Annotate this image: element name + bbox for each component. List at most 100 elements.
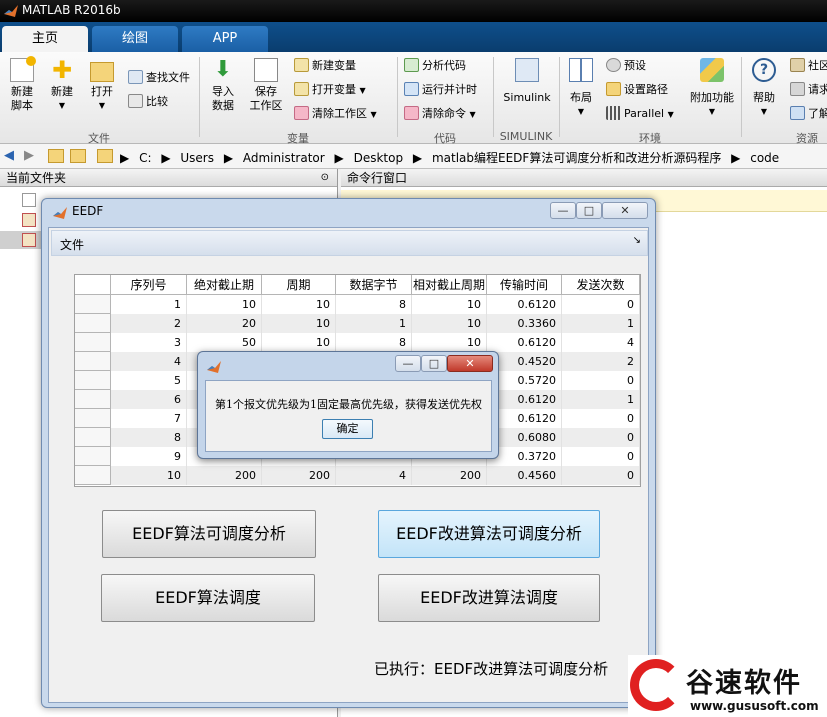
save-workspace-button[interactable]: 保存 工作区 [246, 58, 286, 113]
table-cell[interactable]: 0.6120 [487, 295, 562, 314]
table-cell[interactable]: 2 [562, 352, 640, 371]
table-cell[interactable]: 0.4560 [487, 466, 562, 485]
dialog-close-button[interactable]: ✕ [447, 355, 493, 372]
row-header[interactable] [75, 352, 111, 371]
minimize-button[interactable]: — [550, 202, 576, 219]
new-variable-button[interactable]: 新建变量 [294, 56, 356, 76]
row-header[interactable] [75, 295, 111, 314]
table-cell[interactable]: 20 [187, 314, 262, 333]
dialog-maximize-button[interactable]: □ [421, 355, 447, 372]
breadcrumb-item[interactable]: matlab编程EEDF算法可调度分析和改进分析源码程序 [432, 151, 721, 165]
table-cell[interactable]: 10 [262, 333, 336, 352]
table-cell[interactable]: 10 [262, 314, 336, 333]
table-cell[interactable]: 3 [111, 333, 187, 352]
table-cell[interactable]: 8 [336, 333, 412, 352]
run-and-time-button[interactable]: 运行并计时 [404, 80, 477, 100]
table-cell[interactable]: 5 [111, 371, 187, 390]
table-cell[interactable]: 0 [562, 466, 640, 485]
tab-home[interactable]: 主页 [2, 26, 88, 52]
preferences-button[interactable]: 预设 [606, 56, 646, 76]
breadcrumb-item[interactable]: Administrator [243, 151, 325, 165]
row-header[interactable] [75, 390, 111, 409]
table-cell[interactable]: 0 [562, 428, 640, 447]
toolbar-expand-icon[interactable]: ↘ [633, 235, 641, 246]
table-cell[interactable]: 8 [111, 428, 187, 447]
up-folder-icon[interactable] [48, 149, 64, 163]
eedf-schedule-button[interactable]: EEDF算法调度 [101, 574, 315, 622]
table-cell[interactable]: 1 [111, 295, 187, 314]
table-cell[interactable]: 7 [111, 409, 187, 428]
table-cell[interactable]: 10 [262, 295, 336, 314]
import-data-button[interactable]: ⬇ 导入 数据 [206, 58, 240, 113]
learn-matlab-button[interactable]: 了解 [790, 104, 827, 124]
table-cell[interactable]: 0.3360 [487, 314, 562, 333]
ok-button[interactable]: 确定 [322, 419, 373, 439]
row-header[interactable] [75, 314, 111, 333]
row-header[interactable] [75, 371, 111, 390]
table-cell[interactable]: 1 [336, 314, 412, 333]
table-cell[interactable]: 10 [111, 466, 187, 485]
open-variable-button[interactable]: 打开变量 ▼ [294, 80, 366, 100]
table-cell[interactable]: 50 [187, 333, 262, 352]
new-script-button[interactable]: 新建 脚本 [6, 56, 38, 113]
table-cell[interactable]: 9 [111, 447, 187, 466]
table-cell[interactable]: 1 [562, 390, 640, 409]
row-header[interactable] [75, 333, 111, 352]
table-cell[interactable]: 0 [562, 409, 640, 428]
tab-apps[interactable]: APP [182, 26, 268, 52]
file-menu[interactable]: 文件 [60, 236, 84, 253]
request-support-button[interactable]: 请求 [790, 80, 827, 100]
help-button[interactable]: ? 帮助 ▼ [748, 58, 780, 119]
eedf-improved-analysis-button[interactable]: EEDF改进算法可调度分析 [378, 510, 600, 558]
add-ons-button[interactable]: 附加功能 ▼ [686, 58, 738, 119]
back-arrow-icon[interactable]: ◀ [4, 148, 14, 163]
analyze-code-button[interactable]: 分析代码 [404, 56, 466, 76]
table-cell[interactable]: 0 [562, 447, 640, 466]
table-cell[interactable]: 6 [111, 390, 187, 409]
compare-button[interactable]: 比较 [128, 92, 168, 112]
maximize-button[interactable]: □ [576, 202, 602, 219]
layout-button[interactable]: 布局 ▼ [566, 58, 596, 119]
breadcrumb-item[interactable]: Desktop [354, 151, 404, 165]
browse-folder-icon[interactable] [70, 149, 86, 163]
table-cell[interactable]: 8 [336, 295, 412, 314]
simulink-button[interactable]: Simulink [502, 58, 552, 105]
clear-workspace-button[interactable]: 清除工作区 ▼ [294, 104, 377, 124]
close-button[interactable]: ✕ [602, 202, 648, 219]
table-cell[interactable]: 10 [412, 295, 487, 314]
table-cell[interactable]: 200 [412, 466, 487, 485]
row-header[interactable] [75, 428, 111, 447]
eedf-improved-schedule-button[interactable]: EEDF改进算法调度 [378, 574, 600, 622]
table-cell[interactable]: 10 [412, 314, 487, 333]
row-header[interactable] [75, 409, 111, 428]
table-cell[interactable]: 0.6120 [487, 333, 562, 352]
table-cell[interactable]: 10 [187, 295, 262, 314]
clear-commands-button[interactable]: 清除命令 ▼ [404, 104, 476, 124]
row-header[interactable] [75, 466, 111, 485]
eedf-analysis-button[interactable]: EEDF算法可调度分析 [102, 510, 316, 558]
dialog-minimize-button[interactable]: — [395, 355, 421, 372]
set-path-button[interactable]: 设置路径 [606, 80, 668, 100]
table-cell[interactable]: 0 [562, 295, 640, 314]
breadcrumb-item[interactable]: C: [139, 151, 151, 165]
table-cell[interactable]: 4 [336, 466, 412, 485]
table-cell[interactable]: 4 [111, 352, 187, 371]
table-cell[interactable]: 200 [187, 466, 262, 485]
breadcrumb-item[interactable]: code [750, 151, 779, 165]
table-cell[interactable]: 2 [111, 314, 187, 333]
parallel-button[interactable]: Parallel ▼ [606, 104, 674, 124]
row-header[interactable] [75, 447, 111, 466]
find-files-button[interactable]: 查找文件 [128, 68, 190, 88]
tab-plots[interactable]: 绘图 [92, 26, 178, 52]
table-cell[interactable]: 1 [562, 314, 640, 333]
table-cell[interactable]: 200 [262, 466, 336, 485]
panel-menu-icon[interactable]: ⊙ [321, 169, 329, 187]
breadcrumb-item[interactable]: Users [180, 151, 214, 165]
forward-arrow-icon[interactable]: ▶ [24, 148, 34, 163]
new-button[interactable]: ✚ 新建 ▼ [46, 58, 78, 113]
community-button[interactable]: 社区 [790, 56, 827, 76]
table-cell[interactable]: 10 [412, 333, 487, 352]
table-cell[interactable]: 4 [562, 333, 640, 352]
open-button[interactable]: 打开 ▼ [86, 58, 118, 113]
table-cell[interactable]: 0 [562, 371, 640, 390]
